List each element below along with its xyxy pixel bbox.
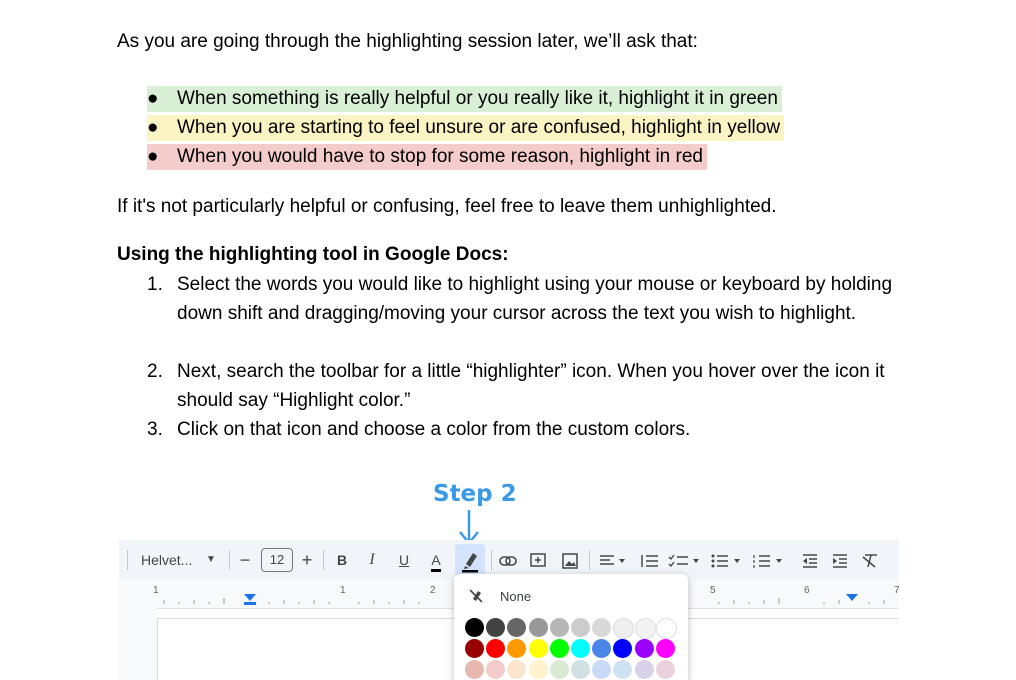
decrease-font-button[interactable]: −: [235, 540, 255, 580]
bullet-dot: ●: [147, 88, 159, 109]
step-text: Next, search the toolbar for a little “h…: [177, 361, 885, 411]
step-item-3: 3. Click on that icon and choose a color…: [147, 415, 907, 444]
color-swatch[interactable]: [655, 639, 675, 658]
ruler-number: 5: [710, 585, 716, 596]
bold-button[interactable]: B: [331, 540, 353, 580]
color-swatch[interactable]: [486, 639, 506, 658]
chevron-down-icon[interactable]: ▼: [203, 540, 219, 580]
bullet-red: ● When you would have to stop for some re…: [147, 144, 707, 170]
text-color-label: A: [431, 551, 441, 572]
bullet-yellow: ● When you are starting to feel unsure or…: [147, 115, 785, 141]
bullet-text-yellow: When you are starting to feel unsure or …: [177, 117, 781, 138]
highlight-color-menu: None: [454, 574, 688, 680]
toolbar-divider: [589, 550, 590, 570]
increase-indent-icon[interactable]: [829, 540, 851, 580]
color-swatch[interactable]: [592, 618, 612, 637]
color-swatch[interactable]: [507, 639, 527, 658]
ruler-number: 1: [340, 585, 346, 596]
color-swatch[interactable]: [613, 660, 633, 679]
color-swatch[interactable]: [549, 639, 569, 658]
step-number: 3.: [147, 419, 163, 440]
color-swatch[interactable]: [486, 660, 506, 679]
highlighter-icon: [462, 553, 478, 573]
color-swatch[interactable]: [528, 639, 548, 658]
color-swatch[interactable]: [507, 618, 527, 637]
color-swatch[interactable]: [634, 639, 654, 658]
color-swatch[interactable]: [655, 618, 677, 639]
bulleted-list-icon[interactable]: [709, 540, 745, 580]
color-swatch[interactable]: [613, 639, 633, 658]
step-text: Click on that icon and choose a color fr…: [177, 419, 691, 440]
color-swatch[interactable]: [634, 660, 654, 679]
tool-heading: Using the highlighting tool in Google Do…: [117, 244, 509, 265]
no-highlight-icon: [469, 589, 483, 603]
color-swatch[interactable]: [592, 639, 612, 658]
color-swatch[interactable]: [465, 639, 484, 658]
ruler-number: 7: [894, 585, 899, 596]
intro-paragraph: As you are going through the highlightin…: [117, 31, 698, 52]
clear-formatting-icon[interactable]: [859, 540, 881, 580]
color-swatch[interactable]: [528, 660, 548, 679]
font-size-input[interactable]: 12: [261, 548, 293, 572]
ruler-number: 6: [804, 585, 810, 596]
step-number: 1.: [147, 274, 163, 295]
color-swatch[interactable]: [465, 660, 484, 679]
color-swatch[interactable]: [571, 639, 590, 658]
unhighlighted-note: If it's not particularly helpful or conf…: [117, 196, 777, 217]
color-swatch[interactable]: [655, 660, 675, 679]
text-color-button[interactable]: A: [425, 540, 447, 580]
step-number: 2.: [147, 361, 163, 382]
bullet-text-red: When you would have to stop for some rea…: [177, 146, 703, 167]
toolbar-divider: [491, 550, 492, 570]
color-swatch[interactable]: [571, 660, 590, 679]
ruler-number: 1: [153, 585, 159, 596]
color-swatch[interactable]: [465, 618, 484, 637]
italic-button[interactable]: I: [361, 540, 383, 580]
ruler-number: 2: [430, 585, 436, 596]
bullet-green: ● When something is really helpful or you…: [147, 86, 782, 112]
color-swatch[interactable]: [549, 618, 569, 637]
color-swatch[interactable]: [634, 618, 656, 639]
step-item-1: 1. Select the words you would like to hi…: [147, 270, 907, 328]
canvas-margin: [119, 608, 157, 680]
bullet-dot: ●: [147, 117, 159, 138]
step-item-2: 2. Next, search the toolbar for a little…: [147, 357, 907, 415]
color-swatch[interactable]: [528, 618, 548, 637]
underline-button[interactable]: U: [393, 540, 415, 580]
embedded-screenshot: Step 2 Helvet... ▼ − 12 + B I U A 1 1 2 …: [119, 478, 899, 680]
color-swatch[interactable]: [549, 660, 569, 679]
toolbar-divider: [229, 550, 230, 570]
bullet-dot: ●: [147, 146, 159, 167]
font-select[interactable]: Helvet...: [141, 540, 193, 580]
color-swatch[interactable]: [507, 660, 527, 679]
toolbar-divider: [127, 550, 128, 570]
decrease-indent-icon[interactable]: [799, 540, 821, 580]
color-swatch[interactable]: [592, 660, 612, 679]
color-swatch[interactable]: [613, 618, 635, 639]
none-label: None: [500, 589, 532, 604]
bullet-text-green: When something is really helpful or you …: [177, 88, 778, 109]
step-text: Select the words you would like to highl…: [177, 274, 893, 324]
color-swatch[interactable]: [571, 618, 590, 637]
numbered-list-icon[interactable]: [751, 540, 787, 580]
toolbar-divider: [323, 550, 324, 570]
step-2-label: Step 2: [433, 481, 517, 507]
highlight-color-button[interactable]: [455, 544, 485, 576]
increase-font-button[interactable]: +: [297, 540, 317, 580]
color-swatch[interactable]: [486, 618, 506, 637]
